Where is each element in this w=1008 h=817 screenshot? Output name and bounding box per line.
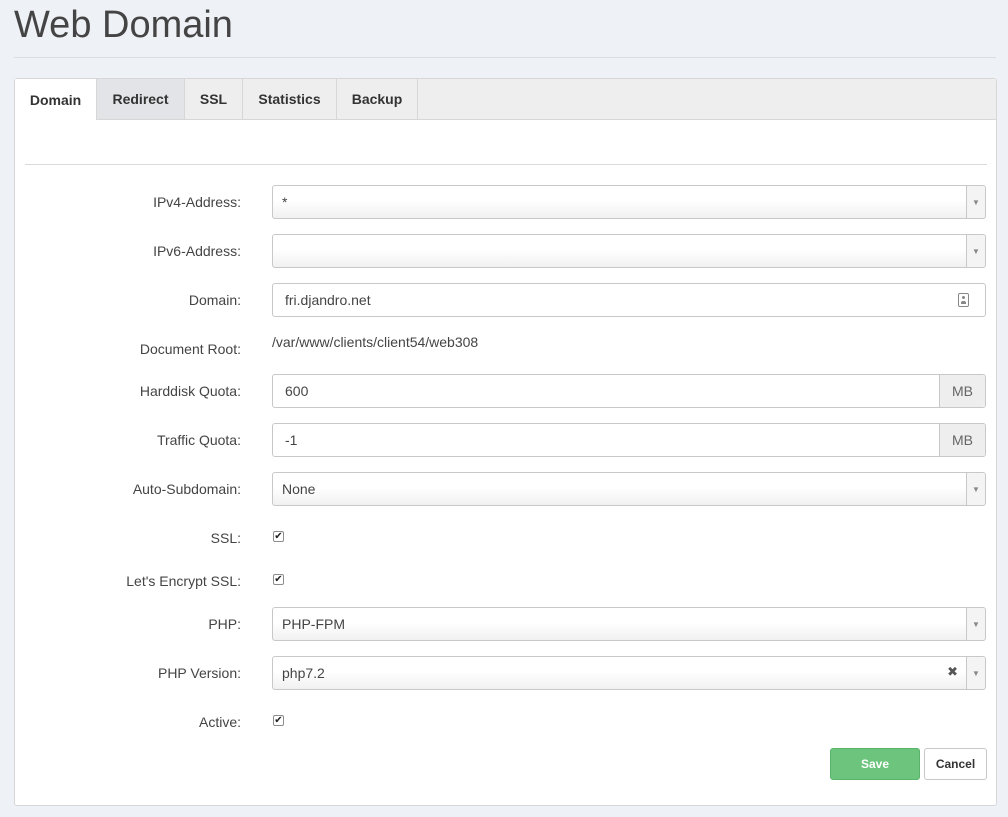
php-version-value: php7.2: [282, 665, 325, 681]
letsencrypt-checkbox[interactable]: ✔: [273, 574, 284, 585]
tab-redirect[interactable]: Redirect: [97, 79, 185, 119]
title-divider: [14, 57, 996, 58]
ssl-checkbox[interactable]: ✔: [273, 531, 284, 542]
php-select[interactable]: PHP-FPM ▼: [272, 607, 986, 641]
traffic-quota-input[interactable]: -1 MB: [272, 423, 986, 457]
letsencrypt-label: Let's Encrypt SSL:: [126, 573, 241, 589]
page-title: Web Domain: [14, 4, 233, 46]
php-label: PHP:: [208, 616, 241, 632]
tab-bar: Domain Redirect SSL Statistics Backup: [15, 79, 996, 120]
chevron-down-icon[interactable]: ▼: [966, 608, 985, 640]
ipv6-select[interactable]: ▼: [272, 234, 986, 268]
chevron-down-icon[interactable]: ▼: [966, 473, 985, 505]
ipv4-label: IPv4-Address:: [153, 194, 241, 210]
auto-subdomain-label: Auto-Subdomain:: [132, 481, 241, 497]
ssl-label: SSL:: [210, 530, 241, 546]
tab-statistics[interactable]: Statistics: [243, 79, 337, 119]
document-root-label: Document Root:: [139, 341, 241, 357]
ipv4-select[interactable]: * ▼: [272, 185, 986, 219]
traffic-quota-unit: MB: [939, 424, 985, 456]
domain-label: Domain:: [188, 292, 241, 308]
cancel-button[interactable]: Cancel: [924, 748, 987, 780]
php-version-label: PHP Version:: [157, 665, 241, 681]
ipv6-label: IPv6-Address:: [153, 243, 241, 259]
save-button[interactable]: Save: [830, 748, 920, 780]
contact-card-icon[interactable]: [958, 293, 969, 307]
domain-input[interactable]: fri.djandro.net: [272, 283, 986, 317]
auto-subdomain-select[interactable]: None ▼: [272, 472, 986, 506]
traffic-quota-label: Traffic Quota:: [156, 432, 241, 448]
chevron-down-icon[interactable]: ▼: [966, 657, 985, 689]
domain-value: fri.djandro.net: [285, 292, 371, 308]
active-label: Active:: [198, 714, 241, 730]
tab-backup[interactable]: Backup: [337, 79, 418, 119]
php-version-select[interactable]: php7.2 ✖ ▼: [272, 656, 986, 690]
harddisk-quota-unit: MB: [939, 375, 985, 407]
harddisk-quota-value: 600: [285, 383, 309, 399]
form-divider: [25, 164, 987, 165]
document-root-value: /var/www/clients/client54/web308: [272, 334, 479, 350]
web-domain-panel: Domain Redirect SSL Statistics Backup IP…: [14, 78, 997, 806]
clear-icon[interactable]: ✖: [947, 657, 958, 689]
chevron-down-icon[interactable]: ▼: [966, 186, 985, 218]
active-checkbox[interactable]: ✔: [273, 715, 284, 726]
chevron-down-icon[interactable]: ▼: [966, 235, 985, 267]
harddisk-quota-input[interactable]: 600 MB: [272, 374, 986, 408]
traffic-quota-value: -1: [285, 432, 298, 448]
auto-subdomain-value: None: [282, 481, 316, 497]
ipv4-value: *: [282, 194, 288, 210]
tab-ssl[interactable]: SSL: [185, 79, 243, 119]
php-value: PHP-FPM: [282, 616, 345, 632]
harddisk-quota-label: Harddisk Quota:: [139, 383, 241, 399]
tab-domain[interactable]: Domain: [15, 79, 97, 120]
